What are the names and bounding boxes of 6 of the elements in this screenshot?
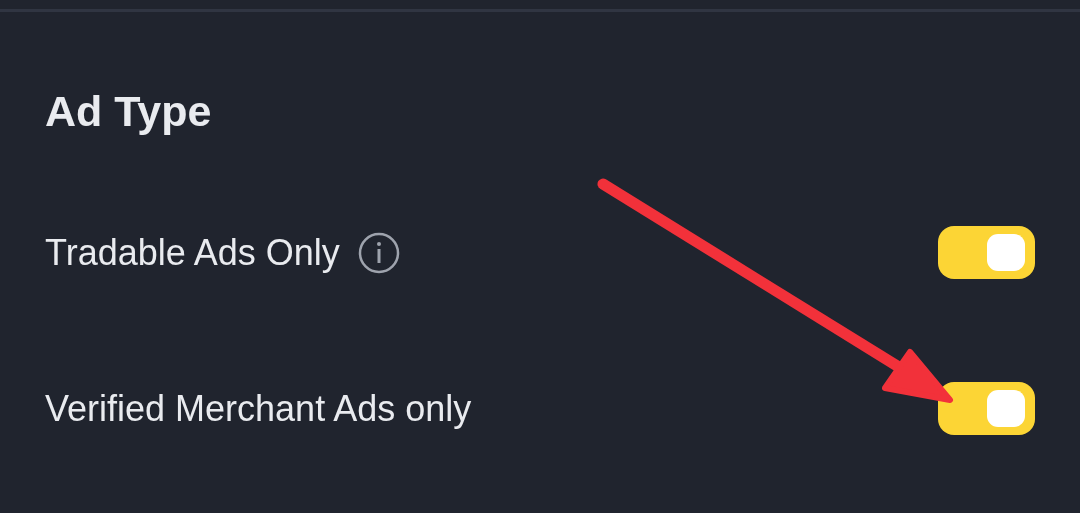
toggle-switch[interactable] bbox=[938, 226, 1035, 279]
info-icon[interactable] bbox=[357, 231, 400, 274]
toggle-label: Tradable Ads Only bbox=[45, 231, 340, 274]
toggle-switch[interactable] bbox=[938, 382, 1035, 435]
section-title: Ad Type bbox=[45, 87, 212, 136]
toggle-label: Verified Merchant Ads only bbox=[45, 387, 472, 430]
